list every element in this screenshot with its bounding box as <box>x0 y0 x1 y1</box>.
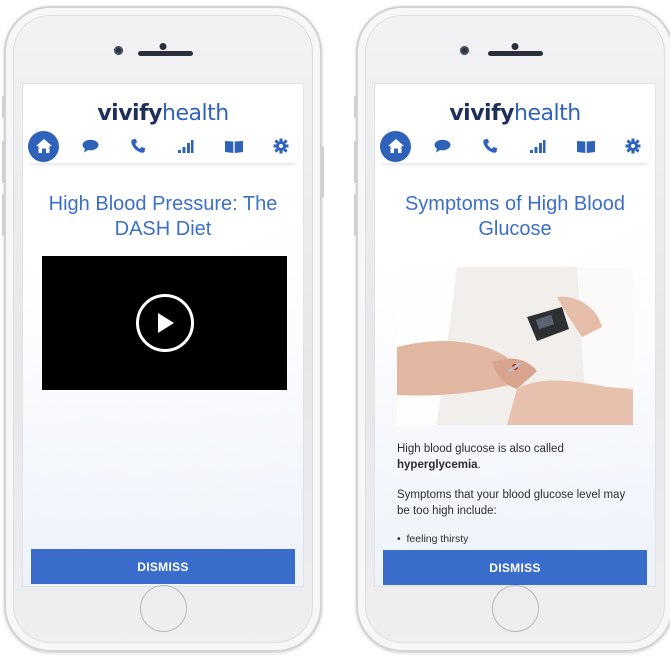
chat-icon <box>434 139 451 153</box>
chat-icon <box>82 139 99 153</box>
nav-bar <box>28 129 298 163</box>
page-title: Symptoms of High Blood Glucose <box>404 193 626 240</box>
silent-switch <box>354 96 357 118</box>
app-screen: vivifyhealth Symptoms of High Blood Gluc… <box>375 84 655 586</box>
nav-settings-button[interactable] <box>617 130 650 163</box>
camera-lens <box>460 46 469 55</box>
video-player[interactable] <box>42 256 287 390</box>
earpiece-speaker <box>138 51 193 56</box>
dismiss-button[interactable]: DISMISS <box>31 549 295 584</box>
volume-up-button <box>2 141 5 183</box>
vivifyhealth-logo: vivifyhealth <box>449 101 581 126</box>
vivifyhealth-logo: vivifyhealth <box>97 101 229 126</box>
camera-lens <box>114 46 123 55</box>
phone-device-right: vivifyhealth Symptoms of High Blood Gluc… <box>354 6 670 652</box>
nav-bar <box>380 129 650 163</box>
earpiece-speaker <box>488 51 543 56</box>
power-button <box>321 146 324 198</box>
silent-switch <box>2 96 5 118</box>
nav-library-button[interactable] <box>217 130 250 163</box>
phone-icon <box>131 139 146 153</box>
play-button[interactable] <box>135 294 194 352</box>
home-hardware-button[interactable] <box>140 585 187 632</box>
bar-chart-icon <box>178 139 194 153</box>
book-icon <box>224 140 243 153</box>
nav-stats-button[interactable] <box>169 130 202 163</box>
play-icon <box>157 313 174 333</box>
paragraph-hyperglycemia: High blood glucose is also called hyperg… <box>397 443 564 471</box>
phone-device-left: vivifyhealth High Blood Pressure: The DA… <box>2 6 324 652</box>
volume-up-button <box>354 141 357 183</box>
bar-chart-icon <box>530 139 546 153</box>
nav-home-button[interactable] <box>28 130 59 162</box>
phone-icon <box>483 139 498 153</box>
volume-down-button <box>2 194 5 236</box>
list-item: • feeling thirsty <box>397 533 469 545</box>
nav-chat-button[interactable] <box>74 130 107 163</box>
nav-settings-button[interactable] <box>265 130 298 163</box>
gear-icon <box>625 138 641 154</box>
nav-chat-button[interactable] <box>426 130 459 163</box>
volume-down-button <box>354 194 357 236</box>
nav-phone-button[interactable] <box>122 130 155 163</box>
article-image-glucose-test <box>397 267 633 425</box>
front-camera <box>511 43 519 50</box>
page-title: High Blood Pressure: The DASH Diet <box>48 193 278 240</box>
home-hardware-button[interactable] <box>492 585 539 632</box>
dismiss-button[interactable]: DISMISS <box>383 550 647 585</box>
paragraph-symptoms-intro: Symptoms that your blood glucose level m… <box>397 489 626 517</box>
gear-icon <box>273 138 289 154</box>
nav-stats-button[interactable] <box>521 130 554 163</box>
app-screen: vivifyhealth High Blood Pressure: The DA… <box>23 84 303 586</box>
nav-phone-button[interactable] <box>474 130 507 163</box>
nav-library-button[interactable] <box>569 130 602 163</box>
home-icon <box>387 139 404 153</box>
home-icon <box>35 139 52 153</box>
front-camera <box>159 43 167 50</box>
book-icon <box>576 140 595 153</box>
nav-home-button[interactable] <box>380 130 411 162</box>
